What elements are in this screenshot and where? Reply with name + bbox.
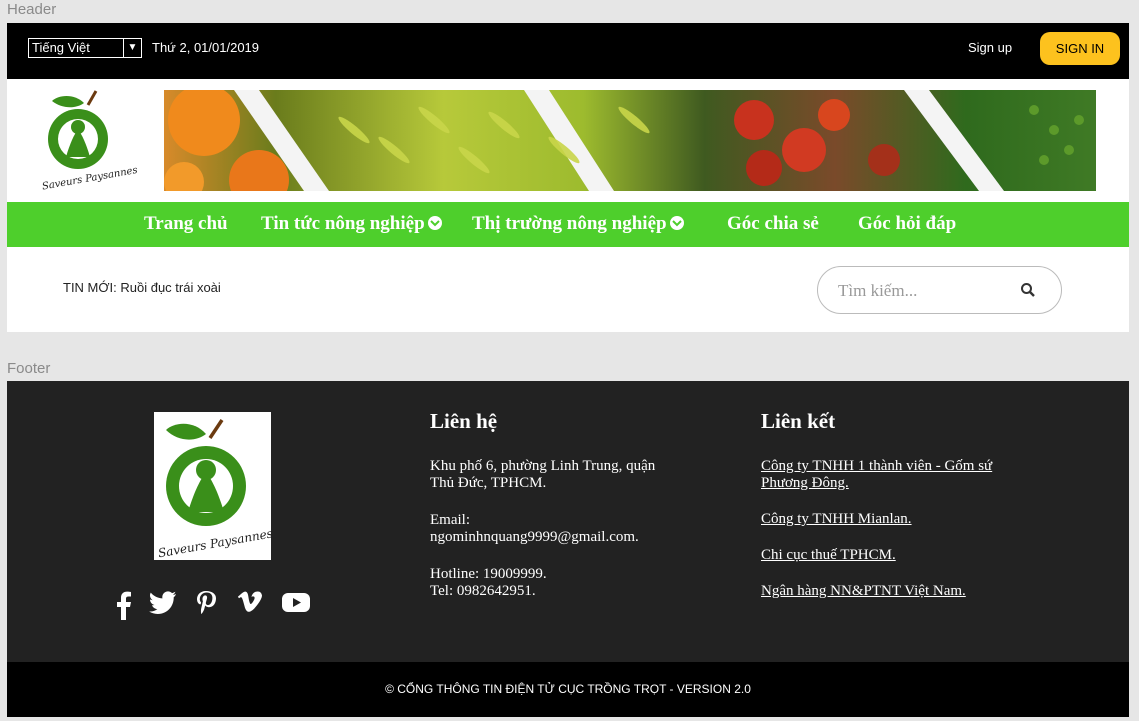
nav-item-qa[interactable]: Góc hỏi đáp: [858, 213, 956, 235]
vimeo-icon[interactable]: [237, 590, 263, 614]
nav-item-label: Trang chủ: [144, 213, 228, 234]
main-navbar: Trang chủ Tin tức nông nghiệp Thị trường…: [7, 202, 1129, 247]
logo-text: Saveurs Paysannes: [41, 165, 138, 191]
footer-link[interactable]: Công ty TNHH 1 thành viên - Gốm sứ Phươn…: [761, 458, 1021, 492]
nav-item-label: Góc chia sẻ: [727, 213, 819, 234]
contact-email-label: Email:: [430, 512, 470, 528]
dropdown-caret-icon[interactable]: ▼: [123, 39, 141, 57]
sign-up-link[interactable]: Sign up: [968, 40, 1012, 55]
contact-email: ngominhnquang9999@gmail.com.: [430, 529, 639, 545]
contact-hotline: Hotline: 19009999.: [430, 566, 547, 582]
nav-item-label: Thị trường nông nghiệp: [472, 213, 667, 234]
nav-item-home[interactable]: Trang chủ: [144, 213, 228, 235]
facebook-icon[interactable]: [115, 590, 133, 620]
nav-item-label: Góc hỏi đáp: [858, 213, 957, 234]
twitter-icon[interactable]: [149, 590, 177, 616]
footer-logo: Saveurs Paysannes: [154, 412, 274, 560]
nav-item-sharing[interactable]: Góc chia sẻ: [727, 213, 819, 235]
footer: Saveurs Paysannes Liên hệ Khu phố 6, phư…: [7, 381, 1129, 662]
links-title: Liên kết: [761, 409, 836, 433]
search-icon[interactable]: [1020, 282, 1036, 298]
youtube-icon[interactable]: [281, 590, 311, 614]
footer-link[interactable]: Chi cục thuế TPHCM.: [761, 547, 1021, 564]
search-placeholder: Tìm kiếm...: [838, 281, 918, 300]
sign-in-button[interactable]: SIGN IN: [1040, 32, 1120, 65]
nav-item-agri-market[interactable]: Thị trường nông nghiệp: [472, 213, 684, 235]
top-bar: Tiếng Việt ▼ Thứ 2, 01/01/2019 Sign up S…: [7, 23, 1129, 79]
contact-address: Khu phố 6, phường Linh Trung, quận Thủ Đ…: [430, 458, 656, 491]
nav-item-agri-news[interactable]: Tin tức nông nghiệp: [261, 213, 442, 235]
logo-text: Saveurs Paysannes: [157, 526, 271, 560]
language-select-value: Tiếng Việt: [32, 40, 90, 55]
site-logo[interactable]: Saveurs Paysannes: [40, 87, 140, 193]
banner-image: [164, 90, 1096, 191]
chevron-down-icon: [427, 215, 442, 230]
footer-link[interactable]: Công ty TNHH Mianlan.: [761, 511, 1021, 528]
news-bar: TIN MỚI: Ruồi đục trái xoài Tìm kiếm...: [7, 247, 1129, 332]
footer-section-label: Footer: [7, 360, 51, 377]
current-date: Thứ 2, 01/01/2019: [152, 40, 260, 55]
pinterest-icon[interactable]: [195, 590, 217, 620]
contact-tel: Tel: 0982642951.: [430, 583, 536, 599]
footer-link[interactable]: Ngân hàng NN&PTNT Việt Nam.: [761, 583, 1021, 600]
latest-news-link[interactable]: TIN MỚI: Ruồi đục trái xoài: [63, 280, 221, 295]
search-input[interactable]: Tìm kiếm...: [817, 266, 1062, 314]
banner-area: Saveurs Paysannes: [7, 79, 1129, 202]
copyright-bar: © CỔNG THÔNG TIN ĐIỆN TỬ CỤC TRỒNG TRỌT …: [7, 662, 1129, 717]
language-select[interactable]: Tiếng Việt ▼: [28, 38, 142, 58]
nav-item-label: Tin tức nông nghiệp: [261, 213, 425, 234]
chevron-down-icon: [669, 215, 684, 230]
copyright-text: © CỔNG THÔNG TIN ĐIỆN TỬ CỤC TRỒNG TRỌT …: [385, 682, 751, 696]
contact-title: Liên hệ: [430, 409, 498, 433]
header-section-label: Header: [7, 1, 57, 18]
